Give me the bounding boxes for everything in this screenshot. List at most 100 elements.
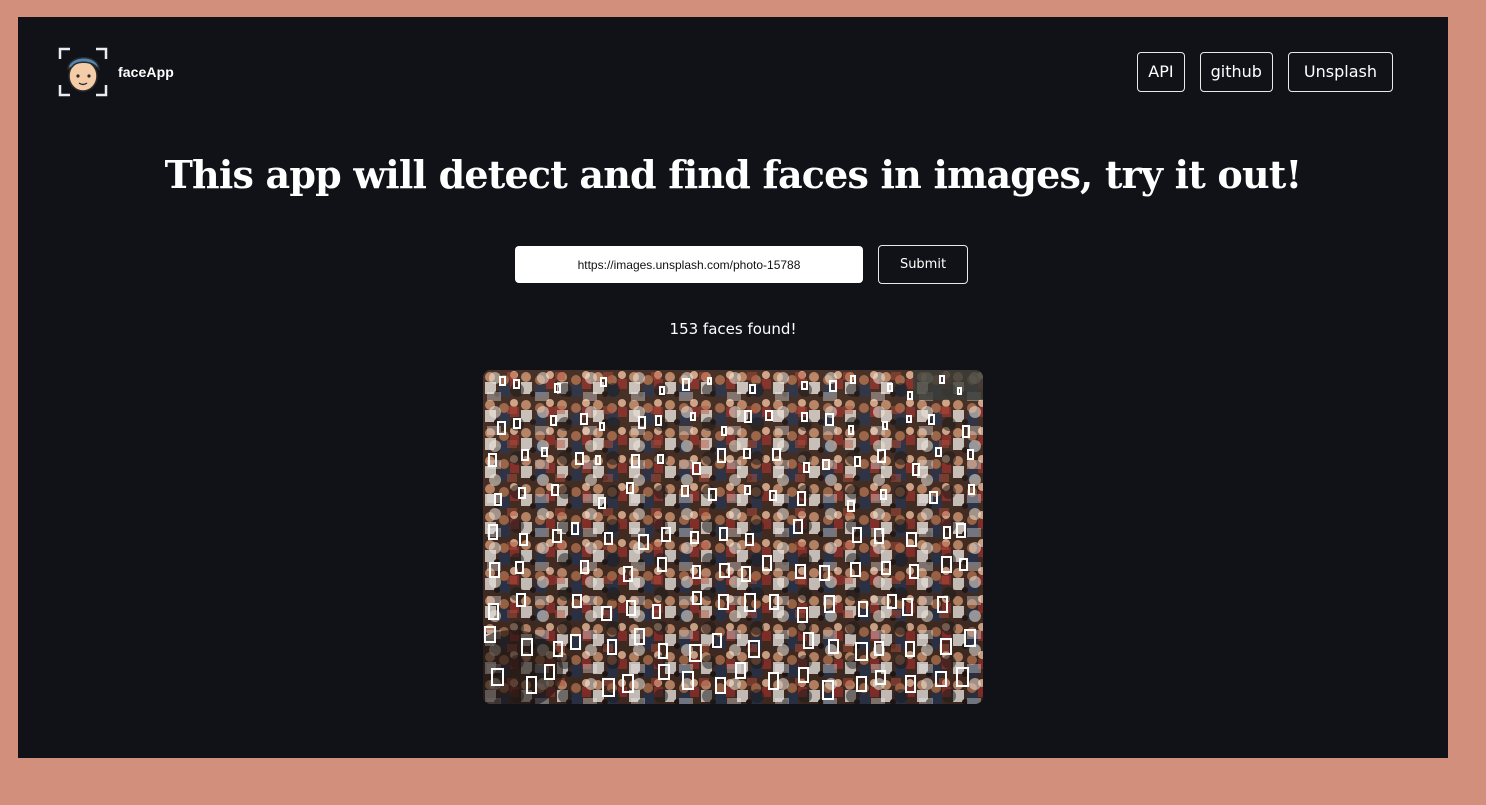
face-box (607, 639, 617, 655)
face-box (768, 672, 779, 690)
face-box (824, 595, 835, 613)
face-box (735, 662, 746, 679)
face-box (682, 671, 694, 690)
face-box (941, 556, 952, 573)
face-box (772, 448, 781, 461)
face-box (962, 425, 970, 438)
image-url-input[interactable] (515, 246, 863, 283)
face-box (717, 448, 726, 463)
faces-count-text: 153 faces found! (669, 320, 797, 338)
face-box (906, 415, 912, 423)
brand-name: faceApp (118, 64, 174, 80)
face-box (881, 561, 891, 575)
face-box (798, 667, 809, 683)
top-nav: API github Unsplash (1137, 52, 1393, 92)
face-box (744, 593, 756, 612)
face-box (803, 462, 810, 473)
face-box (967, 449, 974, 460)
face-box (875, 670, 886, 685)
face-box (749, 384, 756, 394)
face-box (912, 463, 920, 476)
face-box (719, 527, 728, 541)
face-box (690, 531, 699, 544)
face-box (715, 677, 726, 694)
face-box (622, 674, 634, 693)
face-box (877, 449, 886, 463)
face-box (494, 493, 502, 506)
face-box (797, 491, 806, 506)
face-box (956, 523, 966, 538)
face-box (937, 596, 948, 613)
face-box (499, 376, 506, 386)
face-box (902, 598, 913, 616)
face-box (850, 562, 861, 577)
app-window: faceApp API github Unsplash This app wil… (18, 17, 1448, 758)
face-box (745, 533, 754, 546)
face-box (657, 557, 667, 572)
face-box (602, 678, 615, 697)
face-box (852, 527, 862, 543)
face-box (631, 454, 640, 468)
face-box (856, 676, 867, 692)
face-box (598, 497, 606, 509)
face-box (692, 462, 701, 475)
face-box (828, 639, 839, 654)
face-box (657, 454, 664, 464)
face-box (762, 555, 772, 571)
face-box (718, 594, 729, 610)
face-scan-icon (58, 47, 108, 97)
face-box (661, 527, 671, 542)
face-box (905, 641, 915, 657)
face-box (580, 413, 588, 425)
face-box (652, 604, 661, 619)
face-box (744, 485, 751, 495)
nav-github-link[interactable]: github (1199, 52, 1273, 92)
face-box (935, 447, 942, 457)
face-box (708, 488, 717, 501)
face-box (874, 528, 884, 544)
face-box (604, 532, 613, 545)
face-box (769, 594, 779, 610)
nav-api-link[interactable]: API (1137, 52, 1185, 92)
face-box (905, 675, 916, 693)
face-box (765, 410, 773, 421)
face-box (797, 607, 808, 623)
face-box (519, 533, 528, 546)
nav-unsplash-link[interactable]: Unsplash (1287, 52, 1393, 92)
face-box (909, 564, 919, 579)
face-box (748, 640, 760, 658)
face-box (553, 641, 563, 657)
face-box (929, 491, 938, 504)
face-box (638, 534, 649, 550)
face-box (956, 667, 969, 687)
face-box (682, 378, 690, 391)
face-box (907, 391, 913, 400)
face-box (623, 566, 633, 582)
submit-button[interactable]: Submit (878, 245, 968, 284)
face-box (968, 484, 975, 495)
face-box (488, 453, 497, 467)
face-box (491, 668, 504, 686)
face-box (541, 447, 548, 457)
face-box (887, 383, 893, 392)
face-box (880, 489, 887, 500)
face-box (488, 524, 498, 540)
face-box (719, 563, 730, 578)
face-box (692, 565, 701, 579)
face-box (601, 606, 612, 621)
face-box (572, 594, 582, 608)
face-box (769, 490, 777, 501)
face-box (829, 380, 837, 392)
page-title: This app will detect and find faces in i… (164, 152, 1303, 197)
brand-logo[interactable]: faceApp (58, 47, 174, 97)
face-box (521, 638, 533, 656)
face-box (488, 603, 499, 620)
face-box (906, 532, 917, 547)
face-box (489, 562, 500, 578)
face-box (689, 644, 702, 662)
face-box (580, 560, 589, 574)
face-box (854, 456, 861, 467)
face-box (803, 632, 814, 649)
face-box (659, 386, 665, 395)
face-box (570, 634, 581, 650)
